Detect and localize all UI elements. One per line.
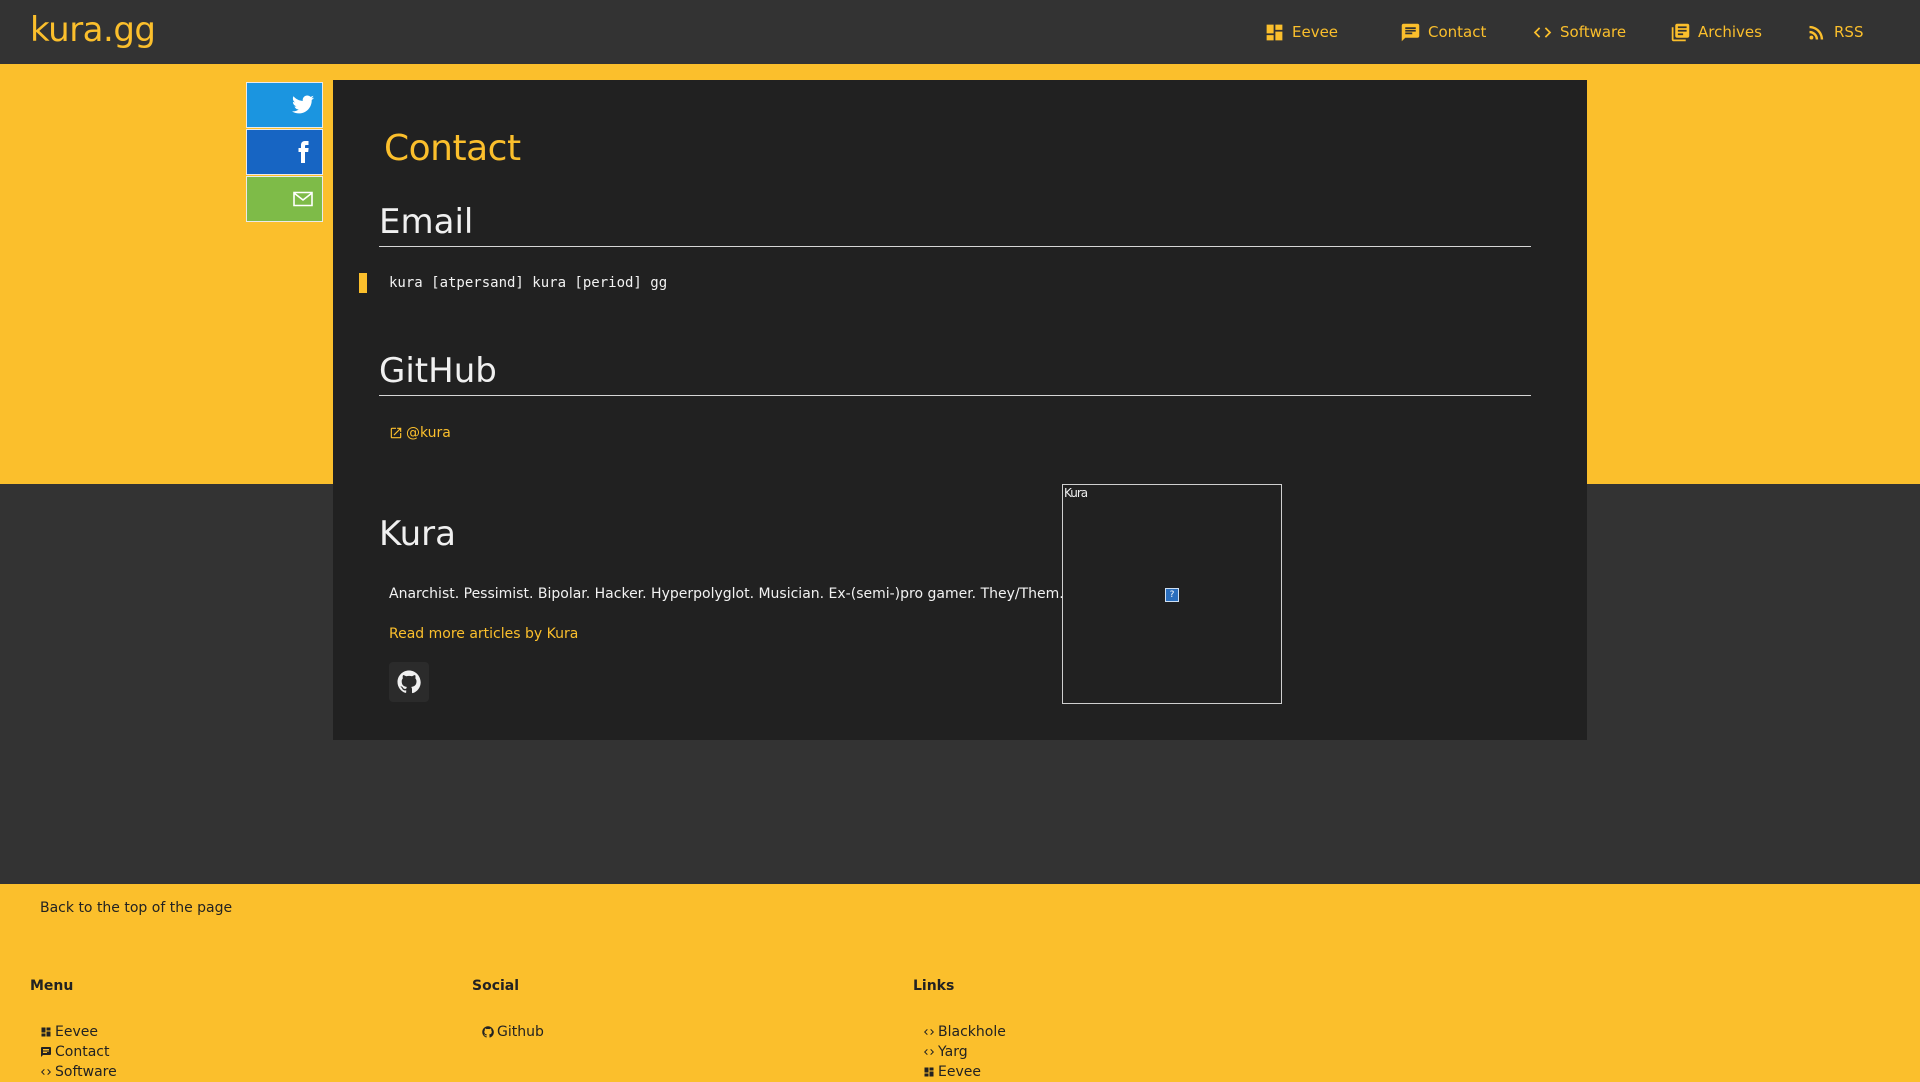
- read-more-articles-link[interactable]: Read more articles by Kura: [389, 626, 578, 642]
- share-facebook-button[interactable]: [246, 129, 323, 175]
- footer-links-label[interactable]: Yarg: [938, 1042, 968, 1062]
- external-link-icon: [390, 427, 402, 439]
- article-card: Contact Email kura [atpersand] kura [per…: [333, 80, 1587, 474]
- library-books-icon: [1671, 23, 1690, 41]
- mail-icon: [293, 191, 313, 207]
- author-avatar: Kura ?: [1062, 484, 1282, 704]
- twitter-icon: [292, 95, 314, 114]
- footer-menu-label[interactable]: Software: [55, 1062, 117, 1082]
- email-address-block: kura [atpersand] kura [period] gg: [359, 273, 667, 293]
- author-bio: Anarchist. Pessimist. Bipolar. Hacker. H…: [389, 586, 1064, 602]
- nav-item-software[interactable]: Software: [1532, 0, 1670, 64]
- footer-links-label[interactable]: Blackhole: [938, 1022, 1006, 1042]
- github-link-label: @kura: [406, 425, 451, 441]
- code-icon: [1533, 26, 1552, 38]
- page-title: Contact: [384, 128, 521, 169]
- github-profile-link[interactable]: @kura: [389, 425, 451, 441]
- nav-item-contact[interactable]: Contact: [1400, 0, 1532, 64]
- footer-links-heading: Links: [913, 978, 955, 994]
- author-github-button[interactable]: [389, 662, 429, 702]
- top-navigation-bar: kura.gg Eevee Contact Software Archives …: [0, 0, 1920, 64]
- dashboard-icon: [924, 1067, 934, 1077]
- github-heading: GitHub: [379, 351, 1531, 396]
- footer-menu-item-eevee[interactable]: Eevee: [40, 1022, 117, 1042]
- github-icon: [482, 1026, 494, 1038]
- chat-icon: [1401, 23, 1420, 41]
- footer-menu-heading: Menu: [30, 978, 74, 994]
- footer-links-label[interactable]: Eevee: [938, 1062, 981, 1082]
- site-brand-link[interactable]: kura.gg: [30, 10, 156, 50]
- nav-item-label: Eevee: [1292, 23, 1339, 41]
- code-icon: [924, 1049, 934, 1055]
- chat-icon: [41, 1047, 51, 1057]
- main-nav: Eevee Contact Software Archives RSS: [1264, 0, 1920, 64]
- nav-item-rss[interactable]: RSS: [1806, 0, 1920, 64]
- github-icon: [397, 670, 421, 694]
- code-icon: [41, 1069, 51, 1075]
- footer-menu-label[interactable]: Eevee: [55, 1022, 98, 1042]
- footer-social-column: Social Github: [472, 978, 544, 1042]
- footer-links-item-yarg[interactable]: Yarg: [923, 1042, 1006, 1062]
- email-heading: Email: [379, 202, 1531, 247]
- share-twitter-button[interactable]: [246, 82, 323, 128]
- back-to-top-link[interactable]: Back to the top of the page: [40, 900, 232, 916]
- rss-icon: [1809, 25, 1824, 39]
- avatar-alt-text: Kura: [1064, 486, 1088, 500]
- footer-menu-item-contact[interactable]: Contact: [40, 1042, 117, 1062]
- author-name: Kura: [379, 514, 456, 554]
- footer-menu-column: Menu Eevee Contact Software: [30, 978, 117, 1082]
- facebook-icon: [298, 141, 309, 163]
- nav-item-archives[interactable]: Archives: [1670, 0, 1806, 64]
- footer-links-item-blackhole[interactable]: Blackhole: [923, 1022, 1006, 1042]
- nav-item-eevee[interactable]: Eevee: [1264, 0, 1400, 64]
- nav-item-label: Contact: [1428, 23, 1487, 41]
- footer-menu-label[interactable]: Contact: [55, 1042, 109, 1062]
- share-email-button[interactable]: [246, 176, 323, 222]
- share-buttons: [246, 82, 323, 223]
- footer-menu-item-software[interactable]: Software: [40, 1062, 117, 1082]
- nav-item-label: Archives: [1698, 23, 1762, 41]
- code-icon: [924, 1029, 934, 1035]
- footer-links-column: Links Blackhole Yarg Eevee: [913, 978, 1006, 1082]
- footer-social-item-github[interactable]: Github: [482, 1022, 544, 1042]
- footer-social-label[interactable]: Github: [497, 1022, 544, 1042]
- dashboard-icon: [1266, 24, 1283, 40]
- author-card: Kura Anarchist. Pessimist. Bipolar. Hack…: [333, 474, 1587, 740]
- dashboard-icon: [41, 1027, 51, 1037]
- footer-links-item-eevee[interactable]: Eevee: [923, 1062, 1006, 1082]
- nav-item-label: RSS: [1834, 23, 1864, 41]
- broken-image-icon: ?: [1165, 588, 1179, 602]
- nav-item-label: Software: [1560, 23, 1627, 41]
- footer-social-heading: Social: [472, 978, 520, 994]
